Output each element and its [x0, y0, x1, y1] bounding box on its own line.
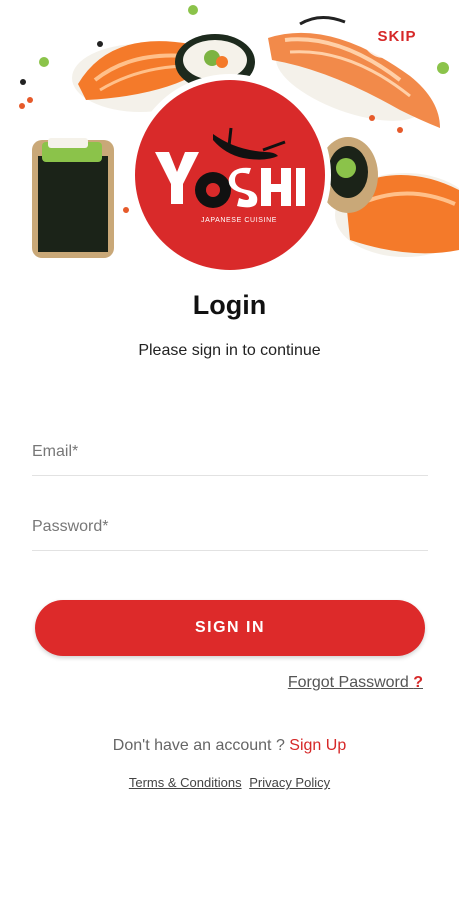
- signup-row: Don't have an account ? Sign Up: [0, 737, 459, 755]
- maki-roll-left: [32, 138, 114, 258]
- skip-button[interactable]: SKIP: [362, 14, 432, 58]
- logo-badge: JAPANESE CUISINE: [135, 80, 325, 270]
- terms-link[interactable]: Terms & Conditions: [129, 775, 242, 790]
- svg-text:JAPANESE CUISINE: JAPANESE CUISINE: [201, 217, 277, 224]
- legal-links: Terms & Conditions Privacy Policy: [0, 775, 459, 790]
- sign-in-button[interactable]: SIGN IN: [35, 600, 425, 656]
- forgot-password-question-mark: ?: [413, 674, 423, 691]
- privacy-link[interactable]: Privacy Policy: [249, 775, 330, 790]
- signup-prompt: Don't have an account ?: [112, 737, 285, 754]
- page-title: Login: [192, 290, 267, 320]
- password-field-container: [32, 503, 428, 551]
- password-field[interactable]: [32, 503, 428, 550]
- sign-up-link[interactable]: Sign Up: [289, 737, 346, 754]
- forgot-password-label: Forgot Password: [287, 674, 409, 691]
- email-field-container: [32, 428, 428, 476]
- logo: JAPANESE CUISINE: [129, 74, 331, 276]
- page-subtitle: Please sign in to continue: [138, 342, 321, 359]
- yoshi-logo-icon: JAPANESE CUISINE: [155, 127, 305, 224]
- email-field[interactable]: [32, 428, 428, 475]
- forgot-password-link[interactable]: Forgot Password ?: [288, 674, 423, 692]
- salmon-roll-right: [318, 137, 459, 257]
